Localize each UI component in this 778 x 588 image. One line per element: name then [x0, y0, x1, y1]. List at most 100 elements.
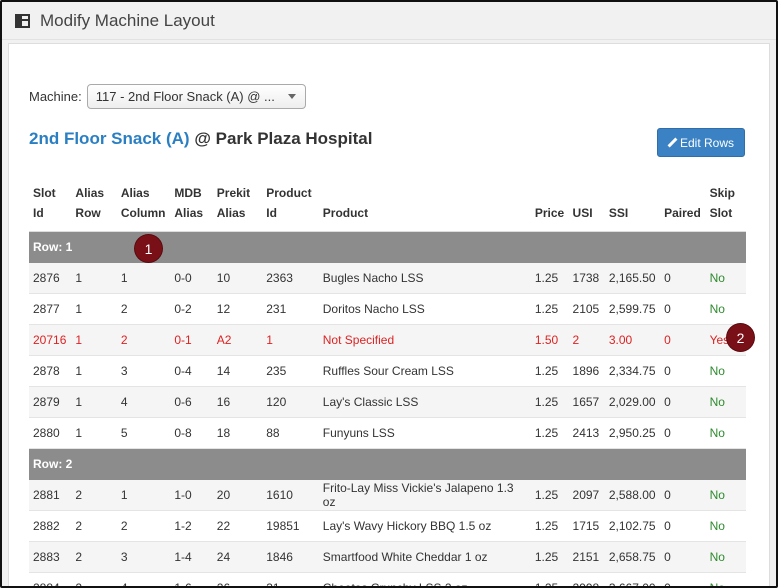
- table-cell: Frito-Lay Miss Vickie's Jalapeno 1.3 oz: [318, 479, 531, 511]
- table-row[interactable]: 2880 1 5 0-8 18 88 Funyuns LSS 1.25 2413 2,950.25…: [29, 417, 746, 449]
- table-cell: 3,667.00: [604, 572, 661, 586]
- column-header-top: Alias: [75, 186, 105, 200]
- pencil-icon: [668, 138, 677, 147]
- table-cell: 2413: [568, 417, 605, 449]
- table-cell: 16: [212, 386, 263, 418]
- table-row[interactable]: 2881 2 1 1-0 20 1610 Frito-Lay Miss Vickie's J…: [29, 479, 746, 511]
- table-cell: No: [705, 572, 746, 586]
- table-cell: 1.25: [530, 355, 569, 387]
- table-cell: 1.50: [530, 324, 569, 356]
- table-cell: 2,658.75: [604, 541, 661, 573]
- table-cell: 2880: [29, 417, 72, 449]
- column-header: Alias Row: [71, 183, 117, 232]
- table-cell: 2,950.25: [604, 417, 661, 449]
- table-cell: 2884: [29, 572, 72, 586]
- column-header-bottom: Alias: [216, 206, 246, 220]
- table-cell: 1.25: [530, 510, 569, 542]
- title-bar: Modify Machine Layout: [2, 2, 776, 40]
- table-cell: 0-4: [170, 355, 213, 387]
- table-row[interactable]: 2879 1 4 0-6 16 120 Lay's Classic LSS 1.25 1657 2…: [29, 386, 746, 418]
- table-row[interactable]: 2883 2 3 1-4 24 1846 Smartfood White Cheddar 1…: [29, 541, 746, 573]
- table-cell: 1.25: [530, 572, 569, 586]
- column-header: Price: [530, 183, 569, 232]
- table-cell: 1: [262, 324, 319, 356]
- table-cell: 2,165.50: [604, 262, 661, 294]
- column-header: Paired: [660, 183, 706, 232]
- table-cell: 2: [116, 324, 171, 356]
- machine-location: @ Park Plaza Hospital: [194, 129, 373, 148]
- table-cell: Doritos Nacho LSS: [318, 293, 531, 325]
- table-cell: 2,599.75: [604, 293, 661, 325]
- column-header-top: Alias: [120, 186, 150, 200]
- table-cell: 1.25: [530, 262, 569, 294]
- table-cell: No: [705, 262, 746, 294]
- table-cell: 231: [262, 293, 319, 325]
- table-cell: 14: [212, 355, 263, 387]
- machine-selector-row: Machine: 117 - 2nd Floor Snack (A) @ ...: [29, 84, 306, 109]
- table-row[interactable]: 2878 1 3 0-4 14 235 Ruffles Sour Cream LSS 1.25…: [29, 355, 746, 387]
- table-cell: 2882: [29, 510, 72, 542]
- column-header: Alias Column: [116, 183, 171, 232]
- table-cell: 3: [116, 541, 171, 573]
- callout-marker-1: 1: [135, 235, 162, 262]
- table-cell: 1: [71, 355, 117, 387]
- table-cell: 2097: [568, 479, 605, 511]
- column-header-bottom: Product: [322, 206, 369, 220]
- column-header: USI: [568, 183, 605, 232]
- column-header: Skip Slot: [705, 183, 746, 232]
- table-cell: 2151: [568, 541, 605, 573]
- page-title: 2nd Floor Snack (A) @ Park Plaza Hospita…: [29, 129, 372, 149]
- table-cell: 88: [262, 417, 319, 449]
- column-header-top: Slot: [33, 186, 56, 200]
- table-cell: 1846: [262, 541, 319, 573]
- column-header-top: [609, 183, 656, 203]
- table-cell: 1.25: [530, 293, 569, 325]
- table-row[interactable]: 20716 1 2 0-1 A2 1 Not Specified 1.50 2 3.00 0 Yes: [29, 324, 746, 356]
- table-cell: 20: [212, 479, 263, 511]
- table-cell: 0: [660, 479, 706, 511]
- table-cell: 1: [116, 479, 171, 511]
- column-header-bottom: USI: [572, 206, 593, 220]
- column-header-bottom: Row: [75, 206, 101, 220]
- table-cell: 2878: [29, 355, 72, 387]
- machine-select-value: 117 - 2nd Floor Snack (A) @ ...: [95, 89, 275, 104]
- table-row[interactable]: 2877 1 2 0-2 12 231 Doritos Nacho LSS 1.25 2105 2…: [29, 293, 746, 325]
- machine-name-link[interactable]: 2nd Floor Snack (A): [29, 129, 190, 148]
- table-row[interactable]: 2884 2 4 1-6 26 31 Cheetos Crunchy LSS 2 oz 1.2…: [29, 572, 746, 586]
- window: Modify Machine Layout Machine: 117 - 2nd…: [0, 0, 778, 588]
- table-cell: 2879: [29, 386, 72, 418]
- table-cell: 22: [212, 510, 263, 542]
- table-cell: Not Specified: [318, 324, 531, 356]
- table-cell: 26: [212, 572, 263, 586]
- column-header-top: Prekit: [216, 186, 251, 200]
- column-header-top: [664, 183, 701, 203]
- column-header-top: MDB: [174, 186, 202, 200]
- table-cell: 120: [262, 386, 319, 418]
- table-cell: 2: [116, 510, 171, 542]
- edit-rows-button[interactable]: Edit Rows: [657, 128, 745, 157]
- table-cell: 2877: [29, 293, 72, 325]
- column-header-bottom: SSI: [608, 206, 629, 220]
- column-header-top: Product: [266, 186, 312, 200]
- row-group-header: Row: 2: [29, 448, 746, 480]
- table-cell: 1: [71, 417, 117, 449]
- table-cell: 0-1: [170, 324, 213, 356]
- table-row[interactable]: 2882 2 2 1-2 22 19851 Lay's Wavy Hickory BBQ 1…: [29, 510, 746, 542]
- machine-select[interactable]: 117 - 2nd Floor Snack (A) @ ...: [86, 84, 306, 109]
- table-cell: 20716: [29, 324, 72, 356]
- table-cell: 2363: [262, 262, 319, 294]
- table-cell: 1: [71, 262, 117, 294]
- callout-marker-2: 2: [727, 324, 754, 351]
- column-header-bottom: Alias: [174, 206, 204, 220]
- column-header: MDB Alias: [170, 183, 213, 232]
- table-cell: 1657: [568, 386, 605, 418]
- table-cell: 2,588.00: [604, 479, 661, 511]
- table-cell: 4: [116, 386, 171, 418]
- table-cell: No: [705, 386, 746, 418]
- table-cell: 235: [262, 355, 319, 387]
- window-title: Modify Machine Layout: [40, 10, 215, 30]
- table-cell: 2881: [29, 479, 72, 511]
- table-row[interactable]: 2876 1 1 0-0 10 2363 Bugles Nacho LSS 1.25 1738 2…: [29, 262, 746, 294]
- content-panel: Machine: 117 - 2nd Floor Snack (A) @ ...…: [8, 43, 770, 586]
- row-group-label: Row: 2: [29, 448, 746, 480]
